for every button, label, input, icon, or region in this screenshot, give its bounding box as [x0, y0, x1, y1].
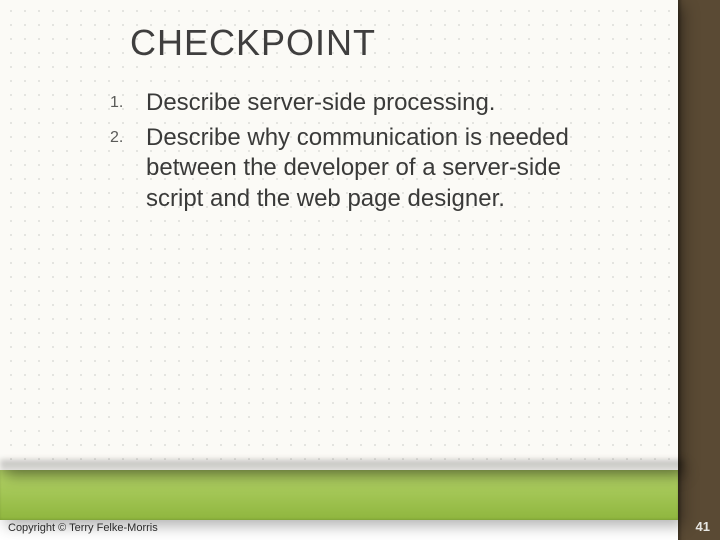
- slide: CHECKPOINT Describe server-side processi…: [0, 0, 720, 540]
- slide-title: CHECKPOINT: [130, 22, 376, 64]
- list-item: Describe why communication is needed bet…: [110, 123, 598, 215]
- list-item: Describe server-side processing.: [110, 88, 598, 119]
- checkpoint-list: Describe server-side processing. Describ…: [110, 88, 598, 215]
- slide-content: Describe server-side processing. Describ…: [110, 88, 598, 219]
- copyright-text: Copyright © Terry Felke-Morris: [8, 522, 158, 534]
- decorative-dot-grid: [0, 0, 678, 470]
- decorative-right-strip: [678, 0, 720, 540]
- list-item-text: Describe server-side processing.: [146, 89, 495, 116]
- list-item-text: Describe why communication is needed bet…: [146, 124, 569, 212]
- page-number: 41: [696, 519, 710, 534]
- slide-paper: CHECKPOINT Describe server-side processi…: [0, 0, 678, 470]
